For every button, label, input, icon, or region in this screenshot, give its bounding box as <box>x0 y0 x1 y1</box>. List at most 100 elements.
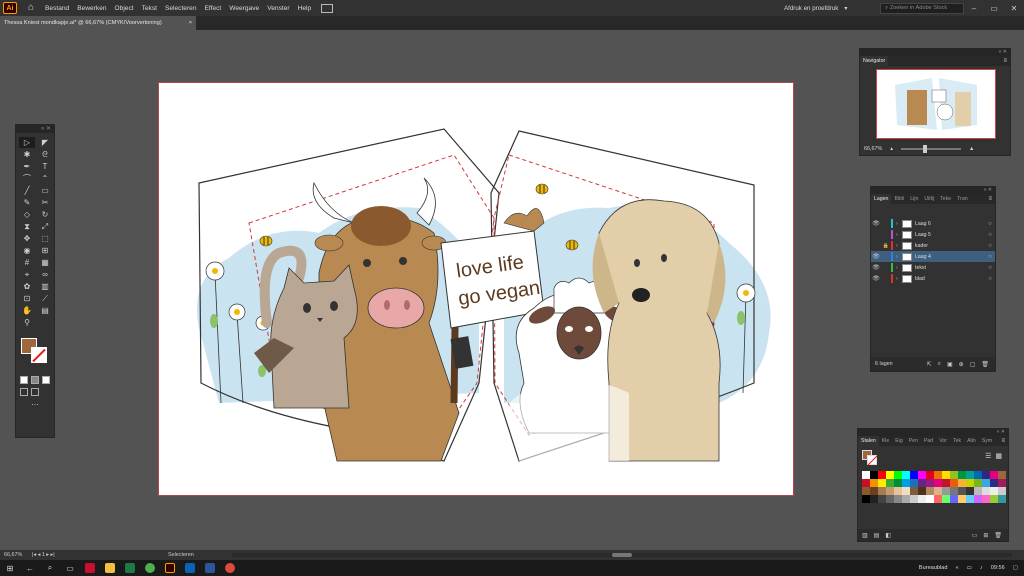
layer-name[interactable]: tekst <box>915 265 985 271</box>
color-swatch[interactable] <box>886 471 894 479</box>
document-tab[interactable]: Thessa Kniest mondkapje.ai* @ 66,67% (CM… <box>0 16 196 30</box>
color-swatch[interactable] <box>974 487 982 495</box>
color-swatch[interactable] <box>934 495 942 503</box>
color-swatch[interactable] <box>870 471 878 479</box>
color-swatch[interactable] <box>894 487 902 495</box>
app-excel-icon[interactable] <box>120 560 140 576</box>
color-swatch[interactable] <box>934 479 942 487</box>
color-swatch[interactable] <box>982 487 990 495</box>
screen-mode-icon[interactable] <box>31 388 39 396</box>
layer-row[interactable]: › Laag 5 ○ <box>871 229 995 240</box>
perspective-grid-tool-icon[interactable]: ⊞ <box>37 245 53 256</box>
color-swatch[interactable] <box>870 487 878 495</box>
color-swatch[interactable] <box>902 479 910 487</box>
color-swatch[interactable] <box>942 479 950 487</box>
delete-swatch-icon[interactable]: 🗑 <box>994 532 1008 539</box>
color-swatch[interactable] <box>974 479 982 487</box>
color-swatch[interactable] <box>926 487 934 495</box>
workspace-switcher[interactable]: Afdruk en proefdruk ▾ <box>784 5 870 12</box>
more-tools-icon[interactable]: ⋯ <box>16 398 54 411</box>
layer-target-icon[interactable]: ○ <box>985 254 995 260</box>
color-swatch[interactable] <box>918 487 926 495</box>
visibility-eye-icon[interactable]: 👁 <box>871 220 881 227</box>
fill-stroke-swatches[interactable] <box>19 336 51 370</box>
layer-target-icon[interactable]: ○ <box>985 243 995 249</box>
locate-object-icon[interactable]: ⌕ <box>938 361 941 368</box>
panel-grip[interactable]: « ✕ <box>860 49 1010 56</box>
color-swatch[interactable] <box>974 495 982 503</box>
menu-help[interactable]: Help <box>298 5 312 12</box>
menu-bewerken[interactable]: Bewerken <box>77 5 106 12</box>
windows-start-icon[interactable]: ⊞ <box>0 560 20 576</box>
navigator-zoom-value[interactable]: 66,67% <box>864 146 882 152</box>
color-swatch[interactable] <box>894 479 902 487</box>
color-swatch[interactable] <box>950 487 958 495</box>
app-outlook-icon[interactable] <box>180 560 200 576</box>
layer-name[interactable]: Laag 4 <box>915 254 985 260</box>
rectangle-tool-icon[interactable]: ▭ <box>37 185 53 196</box>
menu-selecteren[interactable]: Selecteren <box>165 5 197 12</box>
visibility-eye-icon[interactable]: 👁 <box>871 264 881 271</box>
minimize-icon[interactable]: – <box>964 4 984 13</box>
panel-menu-icon[interactable]: ≡ <box>1001 438 1008 444</box>
color-swatch[interactable] <box>990 471 998 479</box>
color-swatch[interactable] <box>958 487 966 495</box>
color-swatch[interactable] <box>870 479 878 487</box>
layer-name[interactable]: kader <box>915 243 985 249</box>
app-explorer-icon[interactable] <box>100 560 120 576</box>
color-swatch[interactable] <box>878 487 886 495</box>
color-swatch[interactable] <box>878 495 886 503</box>
color-swatch[interactable] <box>910 495 918 503</box>
symbol-sprayer-tool-icon[interactable]: ✿ <box>19 281 35 292</box>
stroke-swatch[interactable] <box>31 347 47 363</box>
tab-stalen[interactable]: Stalen <box>858 436 879 446</box>
color-swatch[interactable] <box>862 471 870 479</box>
color-swatch[interactable] <box>918 495 926 503</box>
menu-bestand[interactable]: Bestand <box>45 5 69 12</box>
color-swatch[interactable] <box>998 479 1006 487</box>
free-transform-tool-icon[interactable]: ⬚ <box>37 233 53 244</box>
layer-name[interactable]: Laag 5 <box>915 232 985 238</box>
color-swatch[interactable] <box>998 471 1006 479</box>
task-view-icon[interactable]: ▭ <box>60 560 80 576</box>
color-mode-icon[interactable] <box>20 376 28 384</box>
arrange-documents-icon[interactable] <box>321 3 334 13</box>
direct-selection-tool-icon[interactable]: ◤ <box>37 137 53 148</box>
color-swatch[interactable] <box>902 487 910 495</box>
tab-lijn[interactable]: Lijn <box>907 196 921 202</box>
pen-tool-icon[interactable]: ✒ <box>19 161 35 172</box>
scale-tool-icon[interactable]: ⤢ <box>37 221 53 232</box>
selection-tool-icon[interactable]: ▷ <box>19 137 35 148</box>
eyedropper-tool-icon[interactable]: ⌖ <box>19 269 35 280</box>
color-swatch[interactable] <box>918 479 926 487</box>
layer-target-icon[interactable]: ○ <box>985 232 995 238</box>
type-tool-icon[interactable]: T <box>37 161 53 172</box>
color-swatch[interactable] <box>934 471 942 479</box>
lasso-tool-icon[interactable]: ᘓ <box>37 149 53 160</box>
current-stroke-swatch[interactable] <box>867 455 877 465</box>
delete-layer-icon[interactable]: 🗑 <box>981 361 989 368</box>
lock-icon[interactable]: 🔒 <box>881 243 891 249</box>
eraser-tool-icon[interactable]: ◇ <box>19 209 35 220</box>
menu-weergave[interactable]: Weergave <box>229 5 259 12</box>
panel-menu-icon[interactable]: ≡ <box>988 196 995 202</box>
zoom-tool-icon[interactable]: ⚲ <box>19 317 35 328</box>
draw-mode-icon[interactable] <box>20 388 28 396</box>
notifications-icon[interactable]: ▢ <box>1013 565 1018 571</box>
color-swatch[interactable] <box>998 487 1006 495</box>
print-tiling-tool-icon[interactable]: ▤ <box>37 305 53 316</box>
panel-menu-icon[interactable]: ≡ <box>1003 58 1010 64</box>
none-mode-icon[interactable] <box>42 376 50 384</box>
new-layer-icon[interactable]: ▢ <box>970 361 976 368</box>
color-swatch[interactable] <box>902 495 910 503</box>
color-swatch[interactable] <box>910 487 918 495</box>
panel-grip[interactable]: « ✕ <box>871 187 995 194</box>
artboard-tool-icon[interactable]: ⊡ <box>19 293 35 304</box>
artboard-number[interactable]: 1 <box>42 552 45 558</box>
magic-wand-tool-icon[interactable]: ✱ <box>19 149 35 160</box>
color-swatch[interactable] <box>862 495 870 503</box>
color-swatch[interactable] <box>926 479 934 487</box>
horizontal-scrollbar[interactable] <box>232 553 1012 557</box>
new-sublayer-icon[interactable]: ⊕ <box>959 361 964 368</box>
clipping-mask-icon[interactable]: ▣ <box>947 361 953 368</box>
